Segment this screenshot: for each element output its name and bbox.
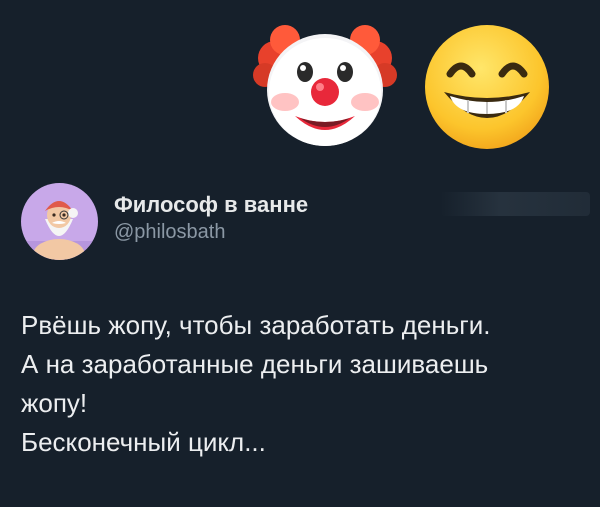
beaming-face-icon [425,25,549,149]
avatar[interactable] [21,182,98,260]
author-handle[interactable]: @philosbath [114,219,308,245]
tweet-line: жопу! [21,388,88,418]
bearded-philosopher-avatar-icon [21,182,98,260]
tweet-line: Бесконечный цикл... [21,427,266,457]
author-info: Философ в ванне @philosbath [114,191,308,245]
tweet-author[interactable]: Философ в ванне @philosbath [21,180,308,262]
background-artifact [440,192,590,216]
tweet-line: Рвёшь жопу, чтобы заработать деньги. [21,310,491,340]
tweet-text: Рвёшь жопу, чтобы заработать деньги. А н… [21,306,591,462]
author-display-name[interactable]: Философ в ванне [114,191,308,219]
reaction-emoji-row [0,0,600,170]
clown-face-icon [253,25,397,146]
tweet-line: А на заработанные деньги зашиваешь [21,349,489,379]
